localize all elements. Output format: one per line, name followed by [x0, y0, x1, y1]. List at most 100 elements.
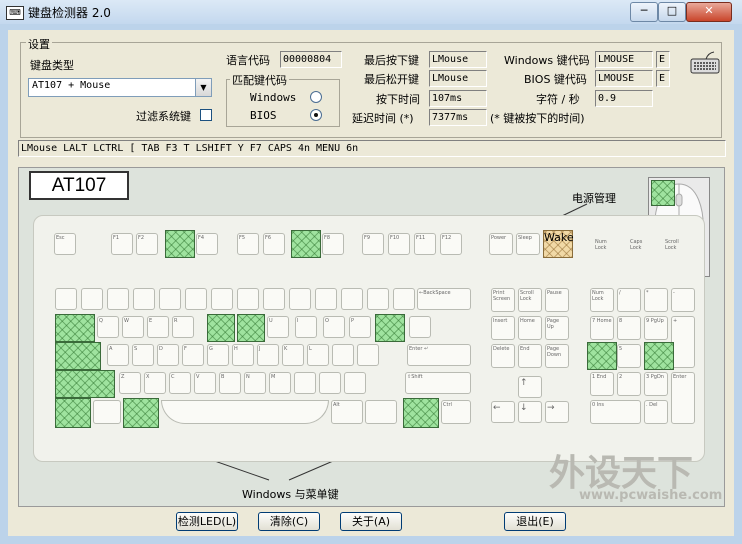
- keyboard-icon: [690, 51, 720, 74]
- match-code-group-label: 匹配键代码: [230, 72, 289, 88]
- key-v: V: [194, 372, 216, 394]
- last-released-label: 最后松开键: [364, 73, 419, 86]
- key-lalt-pressed: [123, 398, 159, 428]
- key-q: Q: [97, 316, 119, 338]
- key-c: C: [169, 372, 191, 394]
- key-np6-pressed: [644, 342, 674, 370]
- bios-keycode-field: LMOUSE: [595, 70, 653, 87]
- key-f5: F5: [237, 233, 259, 255]
- key-caps-pressed: [55, 342, 101, 370]
- key-tab-pressed: [55, 314, 95, 342]
- key-j: J: [257, 344, 279, 366]
- key-k: K: [282, 344, 304, 366]
- key-h: H: [232, 344, 254, 366]
- chevron-down-icon[interactable]: ▼: [195, 79, 211, 96]
- settings-group-label: 设置: [26, 36, 52, 52]
- keyboard-app-icon: ⌨: [6, 6, 24, 20]
- key-f9: F9: [362, 233, 384, 255]
- key-np9: 9 PgUp: [644, 316, 668, 340]
- key-pause: Pause: [545, 288, 569, 312]
- close-button[interactable]: ✕: [686, 2, 732, 22]
- key-space: [161, 400, 329, 424]
- key-t-pressed: [207, 314, 235, 342]
- language-code-field: 00000804: [280, 51, 342, 68]
- key-f2: F2: [136, 233, 158, 255]
- keyboard-type-select[interactable]: AT107 + Mouse ▼: [28, 78, 212, 97]
- key-g: G: [207, 344, 229, 366]
- last-pressed-label: 最后按下键: [364, 54, 419, 67]
- key-f4: F4: [196, 233, 218, 255]
- key-f3-pressed: [165, 230, 195, 258]
- key-f11: F11: [414, 233, 436, 255]
- key-enter: Enter ↵: [407, 344, 471, 366]
- chars-per-sec-field: 0.9: [595, 90, 653, 107]
- about-button[interactable]: 关于(A): [340, 512, 402, 531]
- key-scroll-lock: Scroll Lock: [518, 288, 542, 312]
- chars-per-sec-label: 字符 / 秒: [536, 93, 580, 106]
- key-m: M: [269, 372, 291, 394]
- key-print-screen: Print Screen: [491, 288, 515, 312]
- key-f: F: [182, 344, 204, 366]
- caps-lock-indicator: Caps Lock: [630, 239, 643, 251]
- filter-system-keys-checkbox[interactable]: [200, 109, 212, 121]
- keyboard-type-value: AT107 + Mouse: [32, 80, 111, 91]
- key-arrow-right: →: [545, 401, 569, 423]
- key-comma: [294, 372, 316, 394]
- number-row-key: [393, 288, 415, 310]
- last-released-field: LMouse: [429, 70, 487, 87]
- key-np1: 1 End: [590, 372, 614, 396]
- key-end: End: [518, 344, 542, 368]
- bios-keycode-label: BIOS 键代码: [524, 73, 587, 86]
- clear-button[interactable]: 清除(C): [258, 512, 320, 531]
- key-o: O: [323, 316, 345, 338]
- key-period: [319, 372, 341, 394]
- test-led-button[interactable]: 检测LED(L): [176, 512, 238, 531]
- number-row-key: [289, 288, 311, 310]
- windows-menu-keys-label: Windows 与菜单键: [242, 488, 339, 501]
- match-windows-radio[interactable]: [310, 91, 322, 103]
- delay-time-field: 7377ms: [429, 109, 487, 126]
- windows-keycode-label: Windows 键代码: [504, 54, 590, 67]
- key-u: U: [267, 316, 289, 338]
- key-ralt: Alt: [331, 400, 363, 424]
- exit-button[interactable]: 退出(E): [504, 512, 566, 531]
- key-quote: [357, 344, 379, 366]
- key-b: B: [219, 372, 241, 394]
- key-np-dot: . Del: [644, 400, 668, 424]
- key-np3: 3 PgDn: [644, 372, 668, 396]
- key-f12: F12: [440, 233, 462, 255]
- key-left-bracket-pressed: [375, 314, 405, 342]
- number-row-key: [315, 288, 337, 310]
- key-p: P: [349, 316, 371, 338]
- delay-time-label: 延迟时间 (*): [352, 112, 414, 125]
- key-np5: 5: [617, 344, 641, 368]
- key-np-minus: -: [671, 288, 695, 312]
- key-arrow-down: ↓: [518, 401, 542, 423]
- keyboard-type-label: 键盘类型: [30, 59, 74, 72]
- key-rshift: ⇧Shift: [405, 372, 471, 394]
- key-w: W: [122, 316, 144, 338]
- key-power: Power: [489, 233, 513, 255]
- key-menu-pressed: [403, 398, 439, 428]
- main-panel: 设置 键盘类型 AT107 + Mouse ▼ 过滤系统键 语言代码 00000…: [8, 30, 734, 536]
- maximize-button[interactable]: □: [658, 2, 686, 22]
- key-y-pressed: [237, 314, 265, 342]
- key-np7: 7 Home: [590, 316, 614, 340]
- key-e: E: [147, 316, 169, 338]
- minimize-button[interactable]: ─: [630, 2, 658, 22]
- press-time-label: 按下时间: [376, 93, 420, 106]
- key-f8: F8: [322, 233, 344, 255]
- press-time-field: 107ms: [429, 90, 487, 107]
- language-code-label: 语言代码: [226, 54, 270, 67]
- key-np4-pressed: [587, 342, 617, 370]
- key-f7-pressed: [291, 230, 321, 258]
- match-bios-radio[interactable]: [310, 109, 322, 121]
- key-page-up: Page Up: [545, 316, 569, 340]
- number-row-key: [367, 288, 389, 310]
- key-d: D: [157, 344, 179, 366]
- number-row-key: [237, 288, 259, 310]
- key-np-multiply: *: [644, 288, 668, 312]
- filter-system-keys-label: 过滤系统键: [136, 110, 191, 123]
- number-row-key: [81, 288, 103, 310]
- key-a: A: [107, 344, 129, 366]
